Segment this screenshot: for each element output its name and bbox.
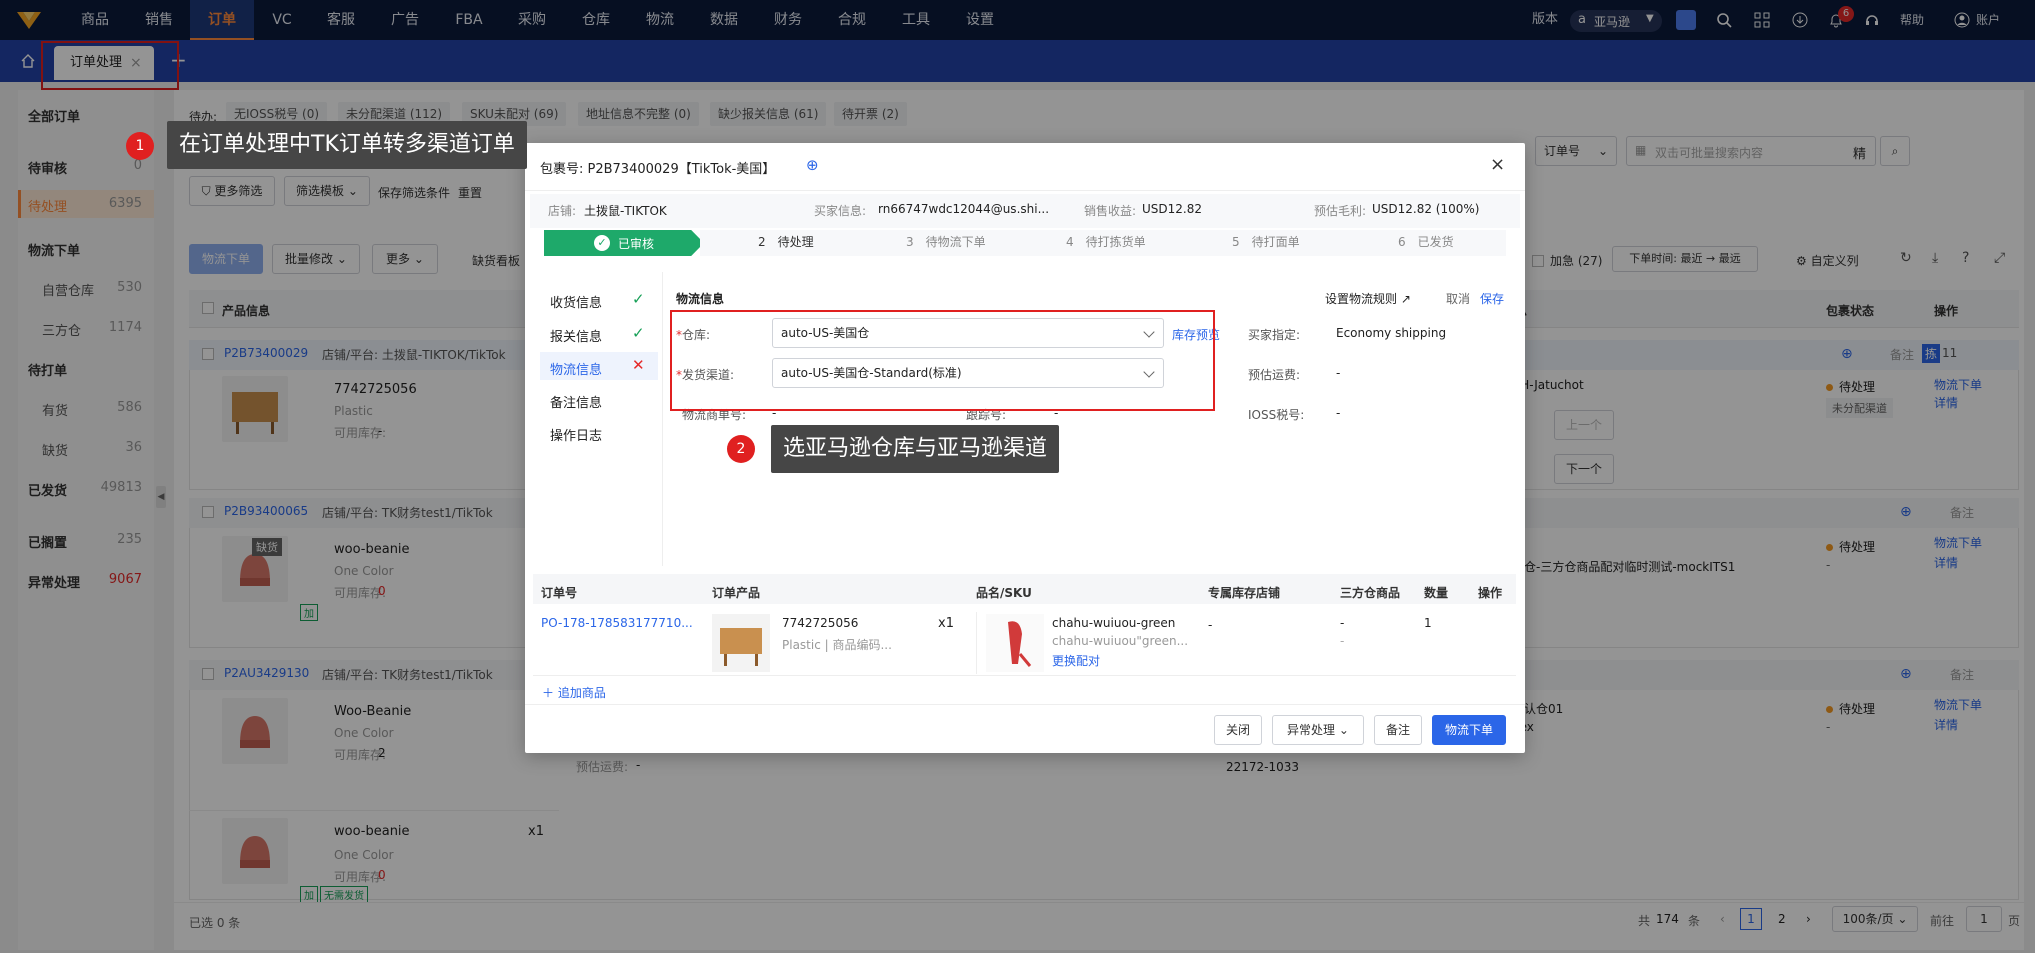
check-icon: ✓ [594,235,610,251]
est-freight-label: 预估运费: [1248,368,1301,382]
est-freight-value: - [1336,366,1341,380]
step-label: 已审核 [618,237,655,251]
set-rule-label: 设置物流规则 [1325,292,1398,306]
profit-label: 预估毛利: [1314,204,1367,218]
add-product-link[interactable]: ＋ 追加商品 [542,684,606,701]
third-party-value: - [1340,616,1345,630]
modal-title: 包裹号: P2B73400029【TikTok-美国】 [540,162,776,177]
annotation-tooltip-2: 选亚马逊仓库与亚马逊渠道 [771,425,1060,473]
highlight-box-warehouse-channel [670,310,1215,411]
col-qty: 数量 [1424,586,1449,600]
step-3: 3 待物流下单 [906,229,986,255]
annotation-number-1: 1 [126,132,154,160]
chevron-down-icon: ⌄ [1338,723,1349,737]
qty-value: 1 [1424,616,1432,630]
tab-logistics-info[interactable]: 物流信息 [550,359,602,378]
order-product-id: 7742725056 [782,616,859,630]
x-icon: ✕ [632,356,645,374]
exception-handle-button[interactable]: 异常处理 ⌄ [1272,715,1364,745]
buyer-spec-label: 买家指定: [1248,328,1301,342]
step-label: 已发货 [1417,235,1454,249]
exception-label: 异常处理 [1287,723,1336,737]
plus-icon: ＋ [542,686,558,700]
col-exclusive-store: 专属库存店铺 [1208,586,1281,600]
store-value: 土拨鼠-TIKTOK [584,204,667,218]
step-num: 2 [758,235,766,249]
step-num: 6 [1398,235,1406,249]
divider [525,704,1525,705]
modal-left-tabs [533,272,663,566]
close-button[interactable]: 关闭 [1214,715,1262,745]
save-link[interactable]: 保存 [1480,290,1504,307]
divider [525,190,1525,191]
annotation-tooltip-1: 在订单处理中TK订单转多渠道订单 [167,121,527,169]
step-2: 2 待处理 [758,229,814,255]
revenue-value: USD12.82 [1142,202,1202,216]
tab-customs-info[interactable]: 报关信息 [550,326,602,345]
col-order-product: 订单产品 [712,586,761,600]
store-label: 店铺: [548,204,577,218]
cancel-link[interactable]: 取消 [1446,290,1470,307]
add-product-label: 追加商品 [557,686,606,700]
set-logistics-rule-link[interactable]: 设置物流规则 ↗ [1325,290,1411,307]
third-party-value-2: - [1340,634,1345,648]
tab-receiving-info[interactable]: 收货信息 [550,292,602,311]
step-4: 4 待打拣货单 [1066,229,1146,255]
submit-logistics-order-button[interactable]: 物流下单 [1432,715,1506,745]
order-product-image[interactable] [712,614,770,672]
step-label: 待打拣货单 [1085,235,1146,249]
buyer-spec-value: Economy shipping [1336,326,1447,340]
step-6: 6 已发货 [1398,229,1454,255]
close-icon[interactable]: × [1490,154,1505,175]
note-button[interactable]: 备注 [1374,715,1422,745]
step-num: 3 [906,235,914,249]
check-icon: ✓ [632,324,645,342]
tab-operation-log[interactable]: 操作日志 [550,425,602,444]
section-title: 物流信息 [676,292,725,306]
rematch-link[interactable]: 更换配对 [1052,652,1100,669]
step-label: 待物流下单 [925,235,986,249]
order-number-link[interactable]: PO-178-178583177710... [541,616,693,630]
sku-name: chahu-wuiuou-green [1052,616,1176,630]
step-5: 5 待打面单 [1232,229,1300,255]
step-num: 4 [1066,235,1074,249]
col-op: 操作 [1478,586,1503,600]
ioss-value: - [1336,406,1341,420]
sku-sub: chahu-wuiuou"green... [1052,634,1189,648]
buyer-label: 买家信息: [814,204,867,218]
divider [976,612,977,674]
order-product-attr: Plastic | 商品编码... [782,638,892,652]
ioss-label: IOSS税号: [1248,408,1305,422]
annotation-number-2: 2 [727,435,755,463]
order-qty-badge: x1 [938,616,954,631]
step-label: 待打面单 [1251,235,1300,249]
exclusive-store-value: - [1208,618,1213,632]
col-third-party: 三方仓商品 [1340,586,1401,600]
add-circle-icon[interactable]: ⊕ [806,156,819,174]
buyer-value: rn66747wdc12044@us.shi... [878,202,1050,216]
col-order-no: 订单号 [541,586,578,600]
check-icon: ✓ [632,290,645,308]
sku-image[interactable] [986,614,1044,672]
external-link-icon: ↗ [1400,292,1411,306]
tab-note-info[interactable]: 备注信息 [550,392,602,411]
step-num: 5 [1232,235,1240,249]
col-sku: 品名/SKU [976,586,1032,600]
revenue-label: 销售收益: [1084,204,1137,218]
profit-value: USD12.82 (100%) [1372,202,1480,216]
step-label: 待处理 [777,235,814,249]
